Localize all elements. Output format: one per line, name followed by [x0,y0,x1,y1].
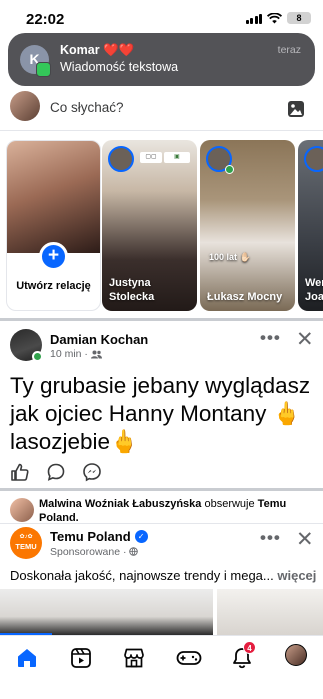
avatar[interactable] [10,498,34,522]
messages-icon [36,62,51,77]
ad-author[interactable]: Temu Poland ✓ [50,529,148,544]
close-icon[interactable]: ✕ [296,329,314,350]
marketplace-icon[interactable] [122,646,146,670]
photo-icon[interactable] [287,100,305,118]
notification-title: Komar ❤️❤️ [60,43,135,57]
video-icon[interactable] [69,646,93,670]
temu-logo[interactable]: ✿♪✿ TEMU [10,527,42,559]
notifications-badge: 4 [243,641,256,654]
notification-banner[interactable]: K Komar ❤️❤️ Wiadomość tekstowa teraz [8,33,315,86]
see-more-link[interactable]: więcej [277,568,316,583]
ad-image[interactable] [0,589,213,635]
post-composer[interactable]: Co słychać? [0,86,323,130]
online-dot [32,351,43,362]
story-name: Justyna Stolecka [109,277,155,303]
story-partial[interactable]: Wer Joa [298,140,323,311]
sponsored-label: Sponsorowane · [50,546,139,558]
story-name: Łukasz Mocny [207,291,283,303]
gaming-icon[interactable] [176,646,202,670]
feed-divider [0,488,323,491]
more-options-icon[interactable]: ••• [260,528,281,548]
divider [0,130,323,131]
friends-icon [90,350,102,358]
ad-image[interactable] [217,589,323,635]
follow-actor[interactable]: Malwina Woźniak Łabuszyńska [39,498,201,510]
post-author[interactable]: Damian Kochan [50,332,148,347]
comment-icon[interactable] [46,462,66,482]
story-create-label: Utwórz relację [16,280,91,292]
wifi-icon [267,12,282,23]
story-create[interactable]: + Utwórz relację [6,140,101,311]
profile-avatar[interactable] [285,644,307,666]
ad-text: Doskonała jakość, najnowsze trendy i meg… [10,568,316,583]
divider [0,523,323,524]
home-icon[interactable] [15,646,39,670]
notification-time: teraz [277,44,301,56]
story-name: Wer Joa [305,277,323,303]
post-time: 10 min · [50,348,88,360]
post-meta: 10 min · [50,348,102,360]
story-sticker: ▢▢ [140,152,162,163]
ad-body: Doskonała jakość, najnowsze trendy i meg… [10,568,274,583]
temu-logo-text: TEMU [15,542,37,551]
notification-body: Wiadomość tekstowa [60,60,179,74]
more-options-icon[interactable]: ••• [260,328,281,348]
stories-row: + Utwórz relację ▢▢ ▣ Justyna Stolecka 1… [0,140,323,316]
like-icon[interactable] [10,462,30,482]
story-avatar [108,146,134,172]
sponsored-text: Sponsorowane · [50,546,127,558]
close-icon[interactable]: ✕ [296,529,314,550]
story-sticker: ▣ [164,152,190,163]
online-dot [225,165,234,174]
verified-badge-icon: ✓ [134,530,148,543]
status-time: 22:02 [26,11,65,28]
story-justyna[interactable]: ▢▢ ▣ Justyna Stolecka [102,140,197,311]
story-create-photo [7,141,100,253]
composer-placeholder[interactable]: Co słychać? [50,100,124,115]
follow-verb: obserwuje [204,498,255,510]
feed-divider [0,318,323,321]
signal-icon [245,13,262,24]
story-overlay-text: 100 lat ✋🏻 [209,252,251,262]
avatar[interactable] [10,91,40,121]
bottom-tab-bar [0,635,323,699]
post-text: Ty grubasie jebany wyglądasz jak ojciec … [10,373,311,454]
follow-notice: Malwina Woźniak Łabuszyńska obserwuje Te… [39,497,309,525]
messenger-icon[interactable] [82,462,102,482]
ad-author-name[interactable]: Temu Poland [50,529,131,544]
globe-icon [129,547,139,556]
story-avatar [304,146,323,172]
status-icons: 8 [245,12,311,24]
story-lukasz[interactable]: 100 lat ✋🏻 Łukasz Mocny [200,140,295,311]
battery-indicator: 8 [287,12,311,24]
add-story-icon[interactable]: + [39,242,68,271]
